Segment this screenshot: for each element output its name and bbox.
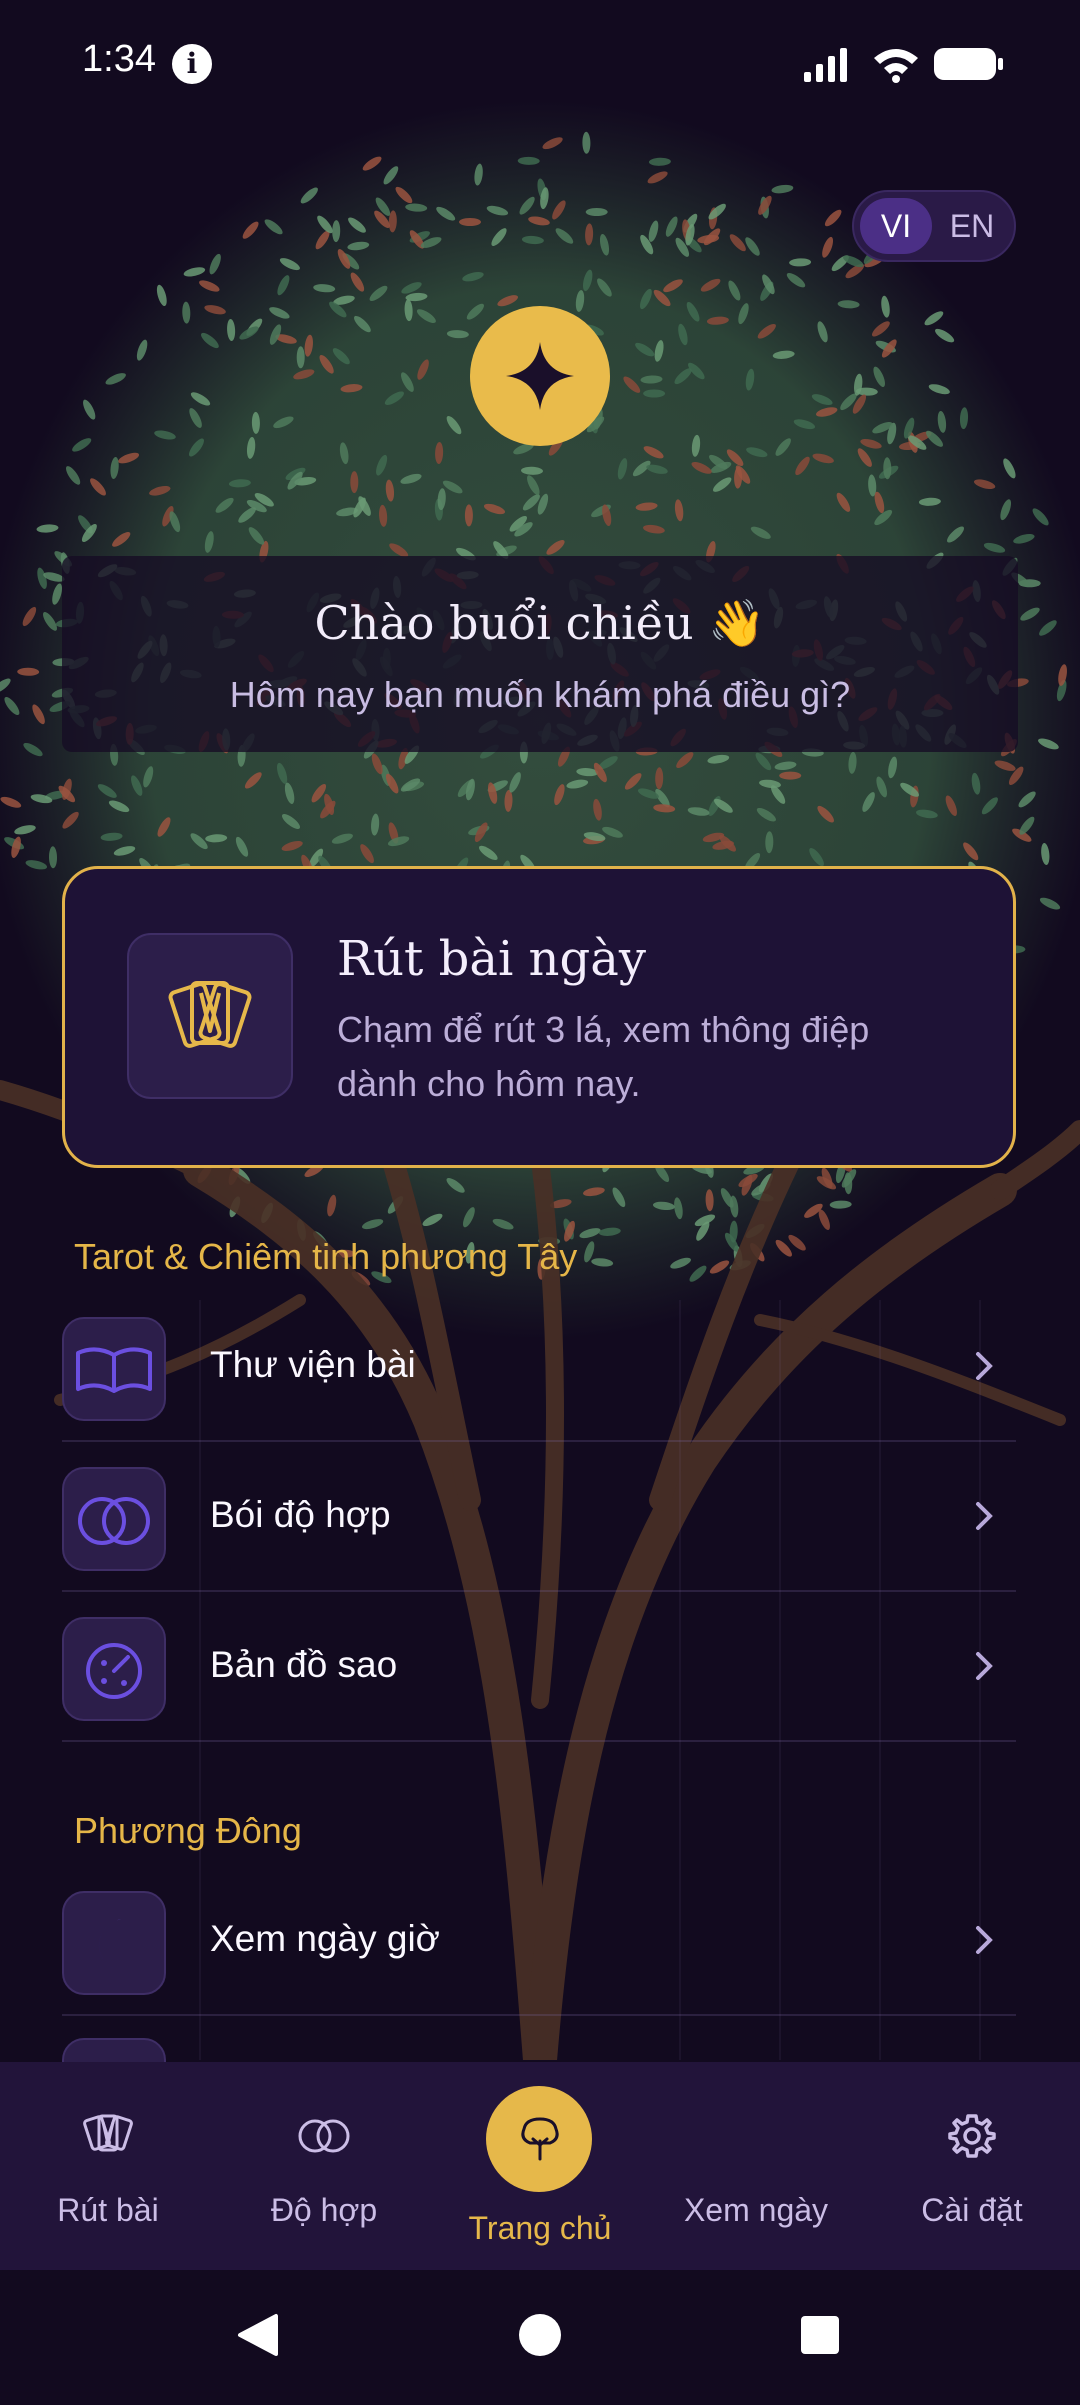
- greeting-title: Chào buổi chiều 👋: [314, 596, 766, 650]
- rings-icon: [298, 2119, 350, 2153]
- bottom-navigation: Rút bài Độ hợp Trang chủ Xem ngày Cài đặ…: [0, 2062, 1080, 2270]
- section-title-eastern: Phương Đông: [74, 1810, 302, 1851]
- tab-date[interactable]: Xem ngày: [648, 2062, 864, 2270]
- wifi-icon: [874, 49, 918, 83]
- row-icon-box: [62, 1891, 166, 1995]
- list-item-date-time[interactable]: Xem ngày giờ: [62, 1866, 1016, 2016]
- status-bar: 1:34 i: [0, 0, 1080, 126]
- row-icon-box: [62, 1467, 166, 1571]
- sparkle-emblem: [470, 306, 610, 446]
- row-icon-box: [62, 1317, 166, 1421]
- tab-settings[interactable]: Cài đặt: [864, 2062, 1080, 2270]
- cards-icon: [168, 981, 252, 1048]
- system-status-icons: [804, 48, 1003, 83]
- tab-compatibility[interactable]: Độ hợp: [216, 2062, 432, 2270]
- list-item-compatibility[interactable]: Bói độ hợp: [62, 1442, 1016, 1592]
- moon-icon: [744, 2118, 764, 2155]
- row-label: Bói độ hợp: [210, 1494, 391, 1535]
- tab-label: Độ hợp: [270, 2192, 378, 2228]
- back-icon[interactable]: [238, 2314, 278, 2356]
- greeting-panel: Chào buổi chiều 👋 Hôm nay bạn muốn khám …: [62, 556, 1018, 752]
- signal-icon: [804, 48, 847, 82]
- daily-card-description: Chạm để rút 3 lá, xem thông điệp dành ch…: [337, 1009, 870, 1104]
- list-item-partial[interactable]: [62, 2016, 1016, 2062]
- tab-draw-cards[interactable]: Rút bài: [0, 2062, 216, 2270]
- system-navigation-bar: [0, 2270, 1080, 2400]
- moon-icon: [98, 1919, 126, 1972]
- list-item-star-chart[interactable]: Bản đồ sao: [62, 1592, 1016, 1742]
- row-label: Bản đồ sao: [210, 1644, 398, 1685]
- tab-home[interactable]: Trang chủ: [432, 2062, 648, 2270]
- list-item-card-library[interactable]: Thư viện bài: [62, 1292, 1016, 1442]
- rings-icon: [78, 1497, 150, 1545]
- chevron-right-icon: [976, 1352, 993, 1380]
- chevron-right-icon: [976, 1926, 993, 1954]
- row-label: Thư viện bài: [210, 1344, 416, 1385]
- recents-icon[interactable]: [801, 2316, 839, 2354]
- lang-en-option[interactable]: EN: [936, 198, 1008, 254]
- tab-label: Trang chủ: [468, 2210, 612, 2246]
- sparkle-icon: [506, 342, 574, 410]
- status-time: 1:34: [82, 38, 156, 80]
- lang-vi-option[interactable]: VI: [860, 198, 932, 254]
- tab-label: Rút bài: [57, 2192, 159, 2228]
- tree-icon: [521, 2117, 559, 2161]
- row-icon-box: [62, 2038, 166, 2062]
- tab-label: Cài đặt: [921, 2192, 1023, 2228]
- row-icon-box: [62, 1617, 166, 1721]
- chevron-right-icon: [976, 1502, 993, 1530]
- tab-label: Xem ngày: [683, 2192, 829, 2228]
- book-icon: [76, 1347, 152, 1393]
- chevron-right-icon: [976, 1652, 993, 1680]
- daily-draw-card[interactable]: Rút bài ngày Chạm để rút 3 lá, xem thông…: [62, 866, 1016, 1168]
- row-label: Xem ngày giờ: [210, 1918, 440, 1959]
- language-toggle[interactable]: VI EN: [852, 190, 1016, 262]
- info-icon: i: [172, 44, 212, 84]
- daily-card-title: Rút bài ngày: [337, 931, 646, 987]
- star-chart-icon: [86, 1643, 142, 1699]
- section-title-western: Tarot & Chiêm tinh phương Tây: [74, 1236, 578, 1277]
- gear-icon: [948, 2114, 996, 2158]
- greeting-subtitle: Hôm nay bạn muốn khám phá điều gì?: [229, 674, 851, 715]
- battery-icon: [934, 48, 1003, 80]
- home-icon[interactable]: [519, 2314, 561, 2356]
- cards-icon: [83, 2114, 133, 2152]
- daily-cards-icon-box: [127, 933, 293, 1099]
